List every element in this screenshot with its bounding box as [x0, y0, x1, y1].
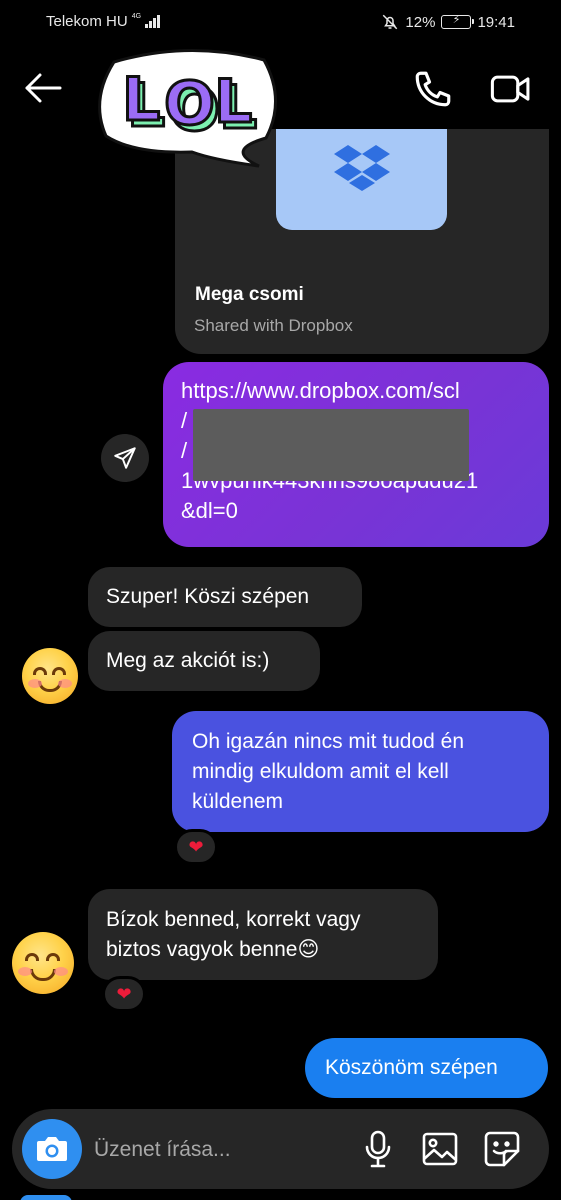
svg-text:O: O [164, 69, 215, 139]
message-bubble-out[interactable]: Köszönöm szépen [305, 1038, 548, 1098]
svg-text:L: L [122, 65, 160, 135]
sticker-icon[interactable] [482, 1129, 522, 1169]
status-left: Telekom HU 4G [46, 13, 160, 30]
gallery-icon[interactable] [420, 1129, 460, 1169]
back-arrow-icon[interactable] [22, 68, 64, 108]
bottom-peek-element [20, 1195, 72, 1200]
message-text: Köszönöm szépen [325, 1056, 498, 1079]
message-input[interactable] [94, 1133, 334, 1167]
contact-avatar[interactable] [12, 932, 74, 994]
mute-bell-icon [383, 14, 398, 30]
clock: 19:41 [477, 13, 515, 31]
video-camera-icon[interactable] [489, 68, 533, 110]
message-line: biztos vagyok benne😊 [106, 937, 320, 961]
svg-text:L: L [214, 67, 252, 137]
message-line: Oh igazán nincs mit tudod én [192, 729, 464, 753]
message-line: Bízok benned, korrekt vagy [106, 907, 361, 931]
phone-icon[interactable] [412, 68, 454, 110]
link-line: &dl=0 [181, 498, 238, 523]
microphone-icon[interactable] [362, 1129, 394, 1169]
network-type: 4G [131, 13, 142, 20]
lol-sticker[interactable]: L L O O L L [94, 44, 284, 174]
status-right: 12% ⚡ 19:41 [381, 13, 515, 31]
signal-strength-icon [145, 15, 160, 28]
message-bubble-in[interactable]: Meg az akciót is:) [88, 631, 320, 691]
heart-reaction[interactable]: ❤ [174, 829, 218, 865]
message-line: mindig elkuldom amit el kell [192, 759, 449, 783]
card-subtitle: Shared with Dropbox [194, 316, 353, 335]
file-thumbnail [276, 129, 447, 230]
message-bubble-out[interactable]: Oh igazán nincs mit tudod én mindig elku… [172, 711, 549, 832]
battery-percent: 12% [405, 13, 436, 31]
message-text: Szuper! Köszi szépen [106, 585, 310, 608]
heart-icon: ❤ [188, 836, 204, 857]
redaction-box [193, 409, 469, 481]
camera-button[interactable] [22, 1119, 82, 1179]
card-title: Mega csomi [195, 284, 304, 305]
message-text: Meg az akciót is:) [106, 649, 270, 672]
message-bubble-in[interactable]: Szuper! Köszi szépen [88, 567, 362, 627]
message-composer [12, 1109, 549, 1189]
link-line: https://www.dropbox.com/scl [181, 378, 460, 403]
status-bar: Telekom HU 4G 12% ⚡ 19:41 [0, 0, 561, 44]
contact-avatar[interactable] [22, 648, 78, 704]
heart-reaction[interactable]: ❤ [102, 976, 146, 1012]
message-bubble-in[interactable]: Bízok benned, korrekt vagy biztos vagyok… [88, 889, 438, 980]
share-button[interactable] [101, 434, 149, 482]
heart-icon: ❤ [116, 983, 132, 1004]
camera-icon [37, 1137, 67, 1161]
paper-plane-icon [114, 447, 136, 469]
message-line: küldenem [192, 789, 284, 813]
carrier-label: Telekom HU [46, 13, 128, 30]
battery-icon: ⚡ [441, 14, 475, 29]
dropbox-logo-icon [334, 145, 390, 191]
